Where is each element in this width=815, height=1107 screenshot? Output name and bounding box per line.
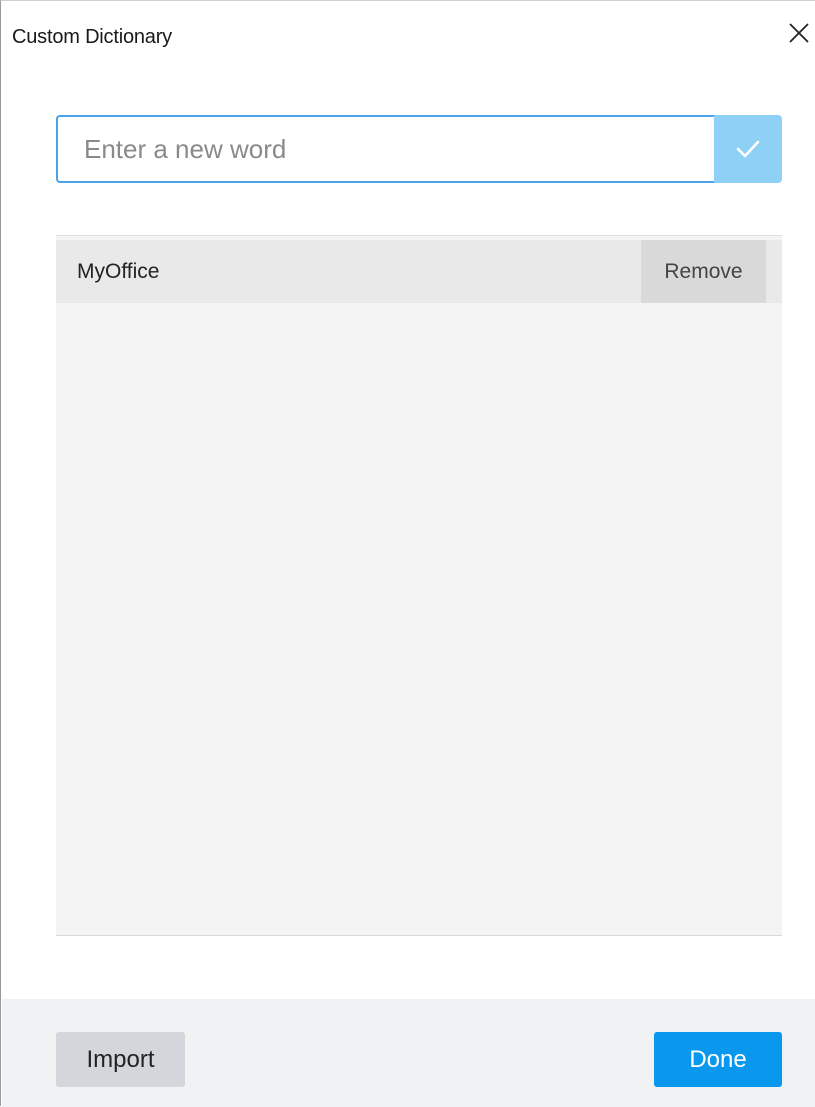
done-button[interactable]: Done bbox=[654, 1032, 782, 1087]
new-word-row bbox=[56, 115, 782, 183]
new-word-input[interactable] bbox=[56, 115, 714, 183]
dialog-footer: Import Done bbox=[2, 999, 815, 1107]
remove-word-button[interactable]: Remove bbox=[641, 240, 766, 303]
dictionary-word: MyOffice bbox=[77, 260, 160, 283]
dialog-title: Custom Dictionary bbox=[12, 26, 172, 48]
custom-dictionary-dialog: Custom Dictionary MyOffice Remove Import… bbox=[0, 0, 815, 1107]
dictionary-word-list: MyOffice Remove bbox=[56, 235, 782, 936]
add-word-button[interactable] bbox=[714, 115, 782, 183]
checkmark-icon bbox=[736, 140, 760, 158]
close-icon bbox=[789, 23, 809, 43]
list-item: MyOffice Remove bbox=[56, 240, 782, 303]
import-button[interactable]: Import bbox=[56, 1032, 185, 1087]
close-button[interactable] bbox=[785, 19, 813, 47]
